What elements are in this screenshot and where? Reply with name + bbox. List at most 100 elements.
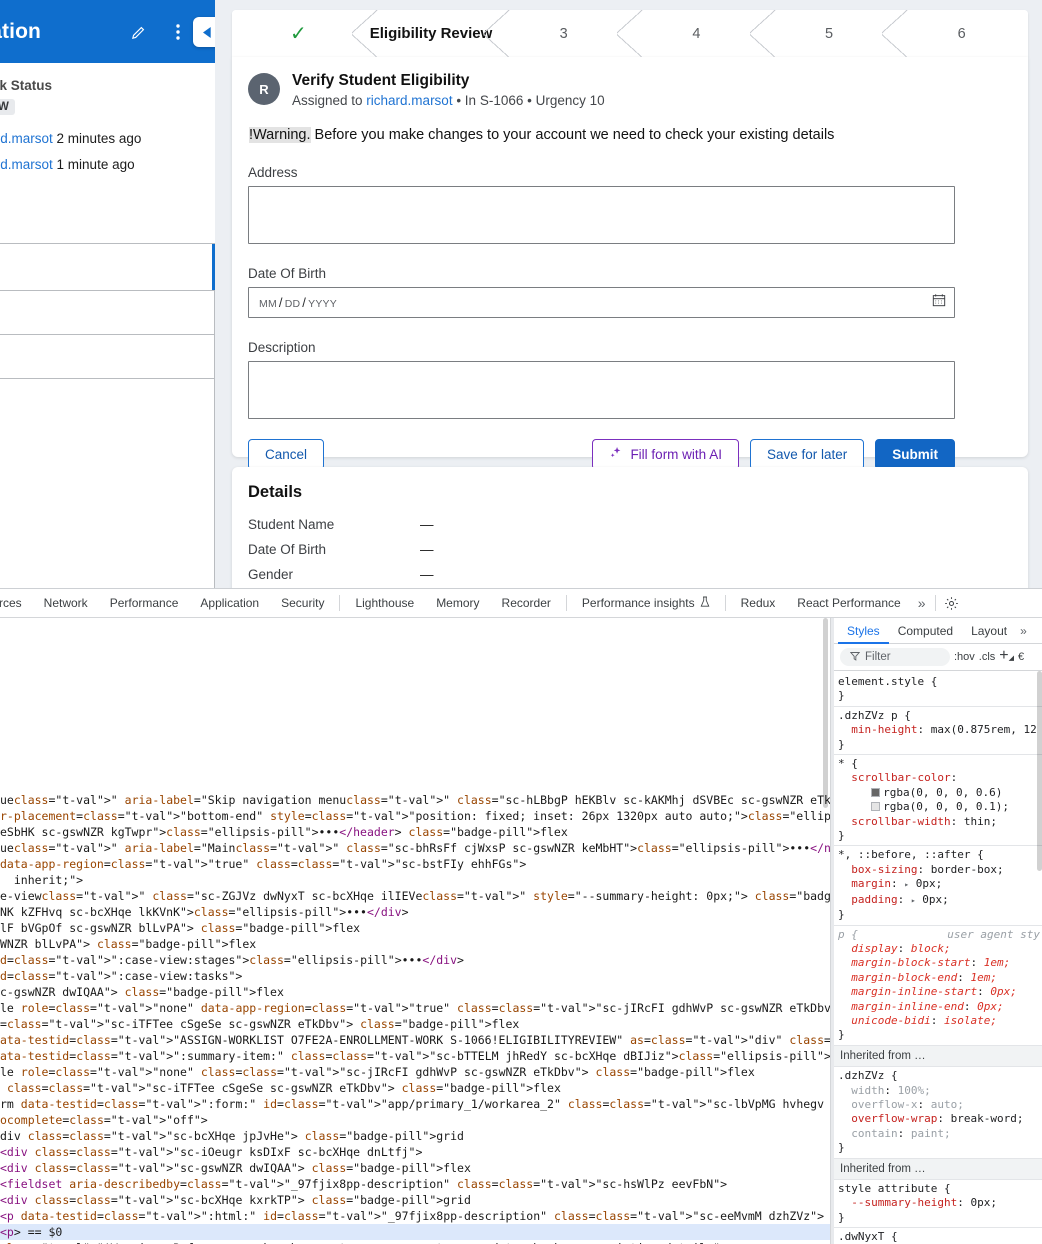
dom-tree-line[interactable]: ocomplete=class="t-val">"off"> — [0, 1112, 830, 1128]
dom-tree-line[interactable]: ata-testid=class="t-val">"ASSIGN-WORKLIS… — [0, 1032, 830, 1048]
stepper-step-2[interactable]: Eligibility Review — [364, 10, 510, 57]
tab-computed[interactable]: Computed — [889, 618, 962, 644]
styles-toolbar: Filter :hov .cls +◢ € — [834, 644, 1042, 671]
dom-tree-line[interactable]: d=class="t-val">":case-view:tasks"> — [0, 968, 830, 984]
sidebar-panel-item[interactable] — [0, 378, 215, 588]
sidebar-panel-item[interactable] — [0, 334, 215, 379]
dom-tree-line[interactable]: e-viewclass="t-val">" class="sc-ZGJVz dw… — [0, 888, 830, 904]
devtools-tab-performance-insights[interactable]: Performance insights — [571, 589, 721, 618]
new-style-rule-icon[interactable]: +◢ — [999, 647, 1014, 665]
chevron-double-right-icon[interactable]: » — [1016, 618, 1031, 644]
tab-styles[interactable]: Styles — [838, 618, 889, 644]
dom-tree-line[interactable]: NK kZFHvq sc-bcXHqe lkKVnK">class="ellip… — [0, 904, 830, 920]
css-rule[interactable]: p {user agent sty display: block; margin… — [834, 926, 1042, 1046]
submit-button[interactable]: Submit — [875, 438, 955, 470]
gear-icon[interactable] — [944, 596, 959, 611]
pencil-icon[interactable] — [123, 17, 153, 47]
elements-scrollbar[interactable] — [823, 618, 828, 808]
kebab-menu-icon[interactable] — [163, 17, 193, 47]
devtools-tab-security[interactable]: Security — [270, 589, 335, 618]
detail-value: — — [420, 542, 434, 557]
date-of-birth-input[interactable]: MM / DD / YYYY — [248, 286, 955, 318]
detail-key: Date Of Birth — [248, 542, 327, 557]
dom-tree-line[interactable]: ata-testid=class="t-val">":summary-item:… — [0, 1048, 830, 1064]
sidebar-body: ork Status EW chard.marsot 2 minutes ago… — [0, 63, 215, 588]
computed-styles-sidebar-icon[interactable]: € — [1018, 651, 1024, 663]
tab-layout[interactable]: Layout — [962, 618, 1016, 644]
css-rule[interactable]: element.style { } — [834, 673, 1042, 707]
dom-tree-line[interactable]: <p> == $0 — [0, 1224, 830, 1240]
dom-tree-line[interactable]: lF bVGpOf sc-gswNZR blLvPA"> class="badg… — [0, 920, 830, 936]
devtools-panel: rces Network Performance Application Sec… — [0, 588, 1042, 1244]
devtools-tab-performance[interactable]: Performance — [99, 589, 190, 618]
detail-row: Date Of Birth — — [248, 537, 1012, 562]
chevron-double-right-icon[interactable]: » — [912, 595, 932, 611]
dom-tree-line[interactable]: <div class=class="t-val">"sc-bcXHqe kxrk… — [0, 1192, 830, 1208]
devtools-tab-network[interactable]: Network — [33, 589, 99, 618]
sidebar-header: ration — [0, 0, 215, 63]
dom-tree-line[interactable]: <p data-testid=class="t-val">":html:" id… — [0, 1208, 830, 1224]
dom-tree-line[interactable]: le role=class="t-val">"none" data-app-re… — [0, 1000, 830, 1016]
activity-user-link[interactable]: chard.marsot — [0, 131, 53, 146]
cls-toggle[interactable]: .cls — [979, 651, 996, 663]
cancel-button[interactable]: Cancel — [248, 438, 325, 470]
dom-tree-line[interactable]: class="t-val">"!Warning. Before you make… — [0, 1240, 830, 1244]
dom-tree-line[interactable]: div class=class="t-val">"sc-bcXHqe jpJvH… — [0, 1128, 830, 1144]
devtools-tab-sources[interactable]: rces — [0, 589, 33, 618]
stepper-step-5[interactable]: 5 — [762, 10, 909, 57]
css-rule[interactable]: .dwNyxT { — [834, 1228, 1042, 1244]
fill-form-with-ai-button[interactable]: Fill form with AI — [592, 438, 739, 470]
css-rule[interactable]: .dzhZVz p { min-height: max(0.875rem, 12… — [834, 707, 1042, 756]
task-card: R Verify Student Eligibility Assigned to… — [232, 57, 1028, 470]
detail-key: Student Name — [248, 517, 335, 532]
detail-key: Gender — [248, 567, 294, 582]
filter-input[interactable]: Filter — [840, 648, 950, 666]
devtools-tab-recorder[interactable]: Recorder — [491, 589, 562, 618]
stepper-step-6[interactable]: 6 — [895, 10, 1028, 57]
dom-tree-line[interactable]: r-placement=class="t-val">"bottom-end" s… — [0, 808, 830, 824]
devtools-tab-application[interactable]: Application — [189, 589, 270, 618]
devtools-elements-tree[interactable]: ueclass="t-val">" aria-label="Skip navig… — [0, 618, 830, 1244]
assignee-link[interactable]: richard.marsot — [366, 93, 452, 108]
description-input[interactable] — [248, 360, 955, 419]
dom-tree-line[interactable]: class=class="t-val">"sc-iTFTee cSgeSe sc… — [0, 1080, 830, 1096]
calendar-icon[interactable] — [932, 293, 946, 312]
address-input[interactable] — [248, 185, 955, 244]
dom-tree-line[interactable]: inherit;"> — [0, 872, 830, 888]
hov-toggle[interactable]: :hov — [954, 651, 975, 663]
dom-tree-line[interactable]: rm data-testid=class="t-val">":form:" id… — [0, 1096, 830, 1112]
date-yyyy: YYYY — [308, 297, 337, 310]
stepper-step-3[interactable]: 3 — [497, 10, 643, 57]
dom-tree-line[interactable]: <div class=class="t-val">"sc-iOeugr ksDI… — [0, 1144, 830, 1160]
css-rule[interactable]: style attribute { --summary-height: 0px;… — [834, 1180, 1042, 1229]
dom-tree-line[interactable]: eSbHK sc-gswNZR kgTwpr">class="ellipsis-… — [0, 824, 830, 840]
devtools-tab-memory[interactable]: Memory — [425, 589, 490, 618]
dom-tree-line[interactable]: ueclass="t-val">" aria-label="Skip navig… — [0, 792, 830, 808]
dom-tree-line[interactable]: c-gswNZR dwIQAA"> class="badge-pill">fle… — [0, 984, 830, 1000]
css-rule[interactable]: *, ::before, ::after { box-sizing: borde… — [834, 846, 1042, 926]
devtools-styles-pane: Styles Computed Layout » Filter :hov .cl… — [834, 618, 1042, 1244]
styles-scrollbar[interactable] — [1037, 671, 1042, 871]
devtools-tab-lighthouse[interactable]: Lighthouse — [344, 589, 425, 618]
dom-tree-line[interactable]: d=class="t-val">":case-view:stages">clas… — [0, 952, 830, 968]
collapse-left-icon[interactable] — [193, 17, 215, 47]
detail-value: — — [420, 567, 434, 582]
dom-tree-line[interactable]: WNZR blLvPA"> class="badge-pill">flex — [0, 936, 830, 952]
css-rule[interactable]: .dzhZVz { width: 100%; overflow-x: auto;… — [834, 1067, 1042, 1159]
dom-tree-line[interactable]: data-app-region=class="t-val">"true" cla… — [0, 856, 830, 872]
stepper-step-4[interactable]: 4 — [630, 10, 776, 57]
activity-user-link[interactable]: chard.marsot — [0, 157, 53, 172]
sidebar-panel-item[interactable] — [0, 290, 215, 335]
devtools-tab-redux[interactable]: Redux — [730, 589, 787, 618]
save-for-later-button[interactable]: Save for later — [749, 438, 865, 470]
dom-tree-line[interactable]: <div class=class="t-val">"sc-gswNZR dwIQ… — [0, 1160, 830, 1176]
dom-tree-line[interactable]: =class="t-val">"sc-iTFTee cSgeSe sc-gswN… — [0, 1016, 830, 1032]
dom-tree-line[interactable]: ueclass="t-val">" aria-label="Mainclass=… — [0, 840, 830, 856]
dom-tree-line[interactable]: <fieldset aria-describedby=class="t-val"… — [0, 1176, 830, 1192]
devtools-tab-react-performance[interactable]: React Performance — [786, 589, 911, 618]
css-rule[interactable]: * { scrollbar-color: rgba(0, 0, 0, 0.6) … — [834, 755, 1042, 847]
warning-text: Before you make changes to your account … — [310, 126, 835, 143]
dom-tree-line[interactable]: le role=class="t-val">"none" class=class… — [0, 1064, 830, 1080]
sidebar-panel-item[interactable] — [0, 243, 215, 291]
stepper-step-1[interactable]: ✓ — [232, 10, 378, 57]
